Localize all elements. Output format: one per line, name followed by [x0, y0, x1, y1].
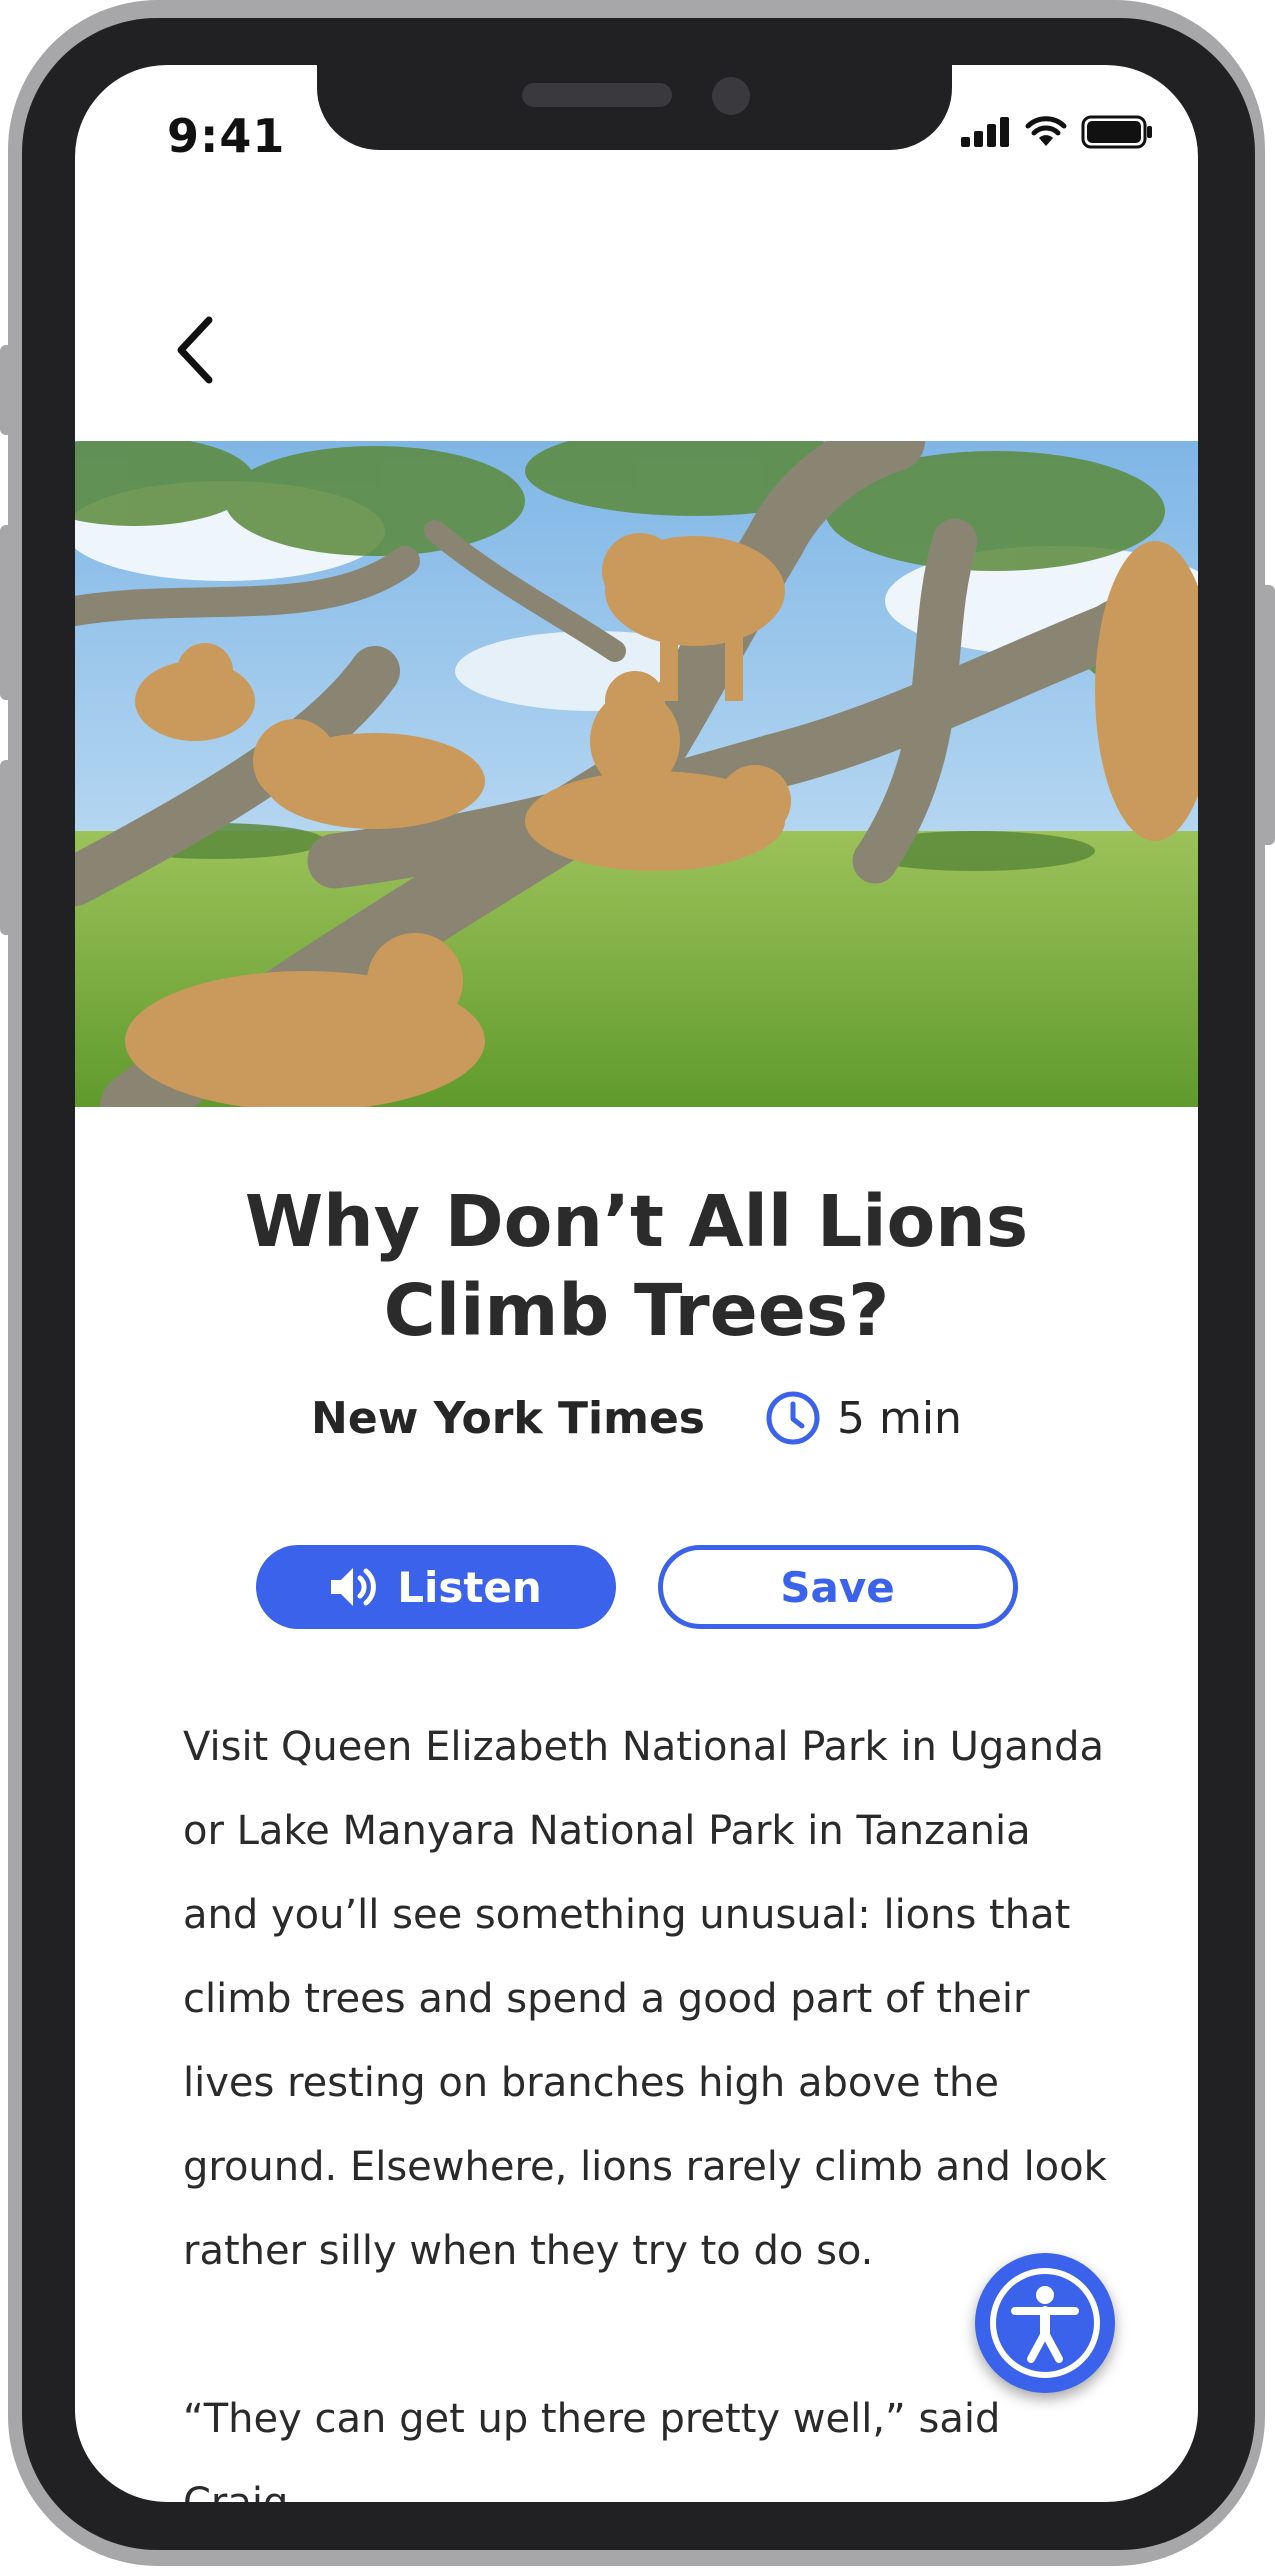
side-button-mute	[0, 345, 16, 435]
article-title: Why Don’t All Lions Climb Trees?	[244, 1180, 1029, 1352]
article-actions: Listen Save	[75, 1545, 1198, 1629]
save-label: Save	[780, 1562, 895, 1612]
side-button-volume-down	[0, 760, 16, 935]
hero-image	[75, 441, 1198, 1107]
side-button-volume-up	[0, 525, 16, 700]
save-button[interactable]: Save	[657, 1545, 1018, 1629]
status-time: 9:41	[167, 109, 286, 163]
article-paragraph: Visit Queen Elizabeth National Park in U…	[183, 1724, 1107, 2274]
read-time: 5 min	[765, 1390, 962, 1446]
speaker	[522, 83, 672, 107]
accessibility-icon	[990, 2268, 1100, 2378]
side-button-power	[1259, 585, 1275, 845]
article-source: New York Times	[311, 1392, 705, 1444]
listen-button[interactable]: Listen	[255, 1545, 616, 1629]
signal-icon	[961, 117, 1009, 147]
status-icons	[961, 115, 1153, 149]
listen-label: Listen	[397, 1562, 542, 1612]
accessibility-button[interactable]	[975, 2253, 1115, 2393]
screen: 9:41 Why Don’t All Lions Climb Trees? Ne…	[75, 65, 1198, 2502]
battery-icon	[1081, 115, 1152, 149]
wifi-icon	[1025, 116, 1067, 146]
speaker-icon	[331, 1568, 377, 1606]
read-time-label: 5 min	[836, 1392, 962, 1444]
article-body: Visit Queen Elizabeth National Park in U…	[183, 1705, 1113, 2502]
chevron-left-icon	[177, 316, 213, 384]
clock-icon	[766, 1391, 820, 1445]
notch	[317, 65, 952, 150]
article-paragraph: “They can get up there pretty well,” sai…	[183, 2396, 1001, 2502]
back-button[interactable]	[150, 305, 240, 395]
front-camera	[712, 77, 750, 115]
article-meta: New York Times 5 min	[75, 1390, 1198, 1446]
